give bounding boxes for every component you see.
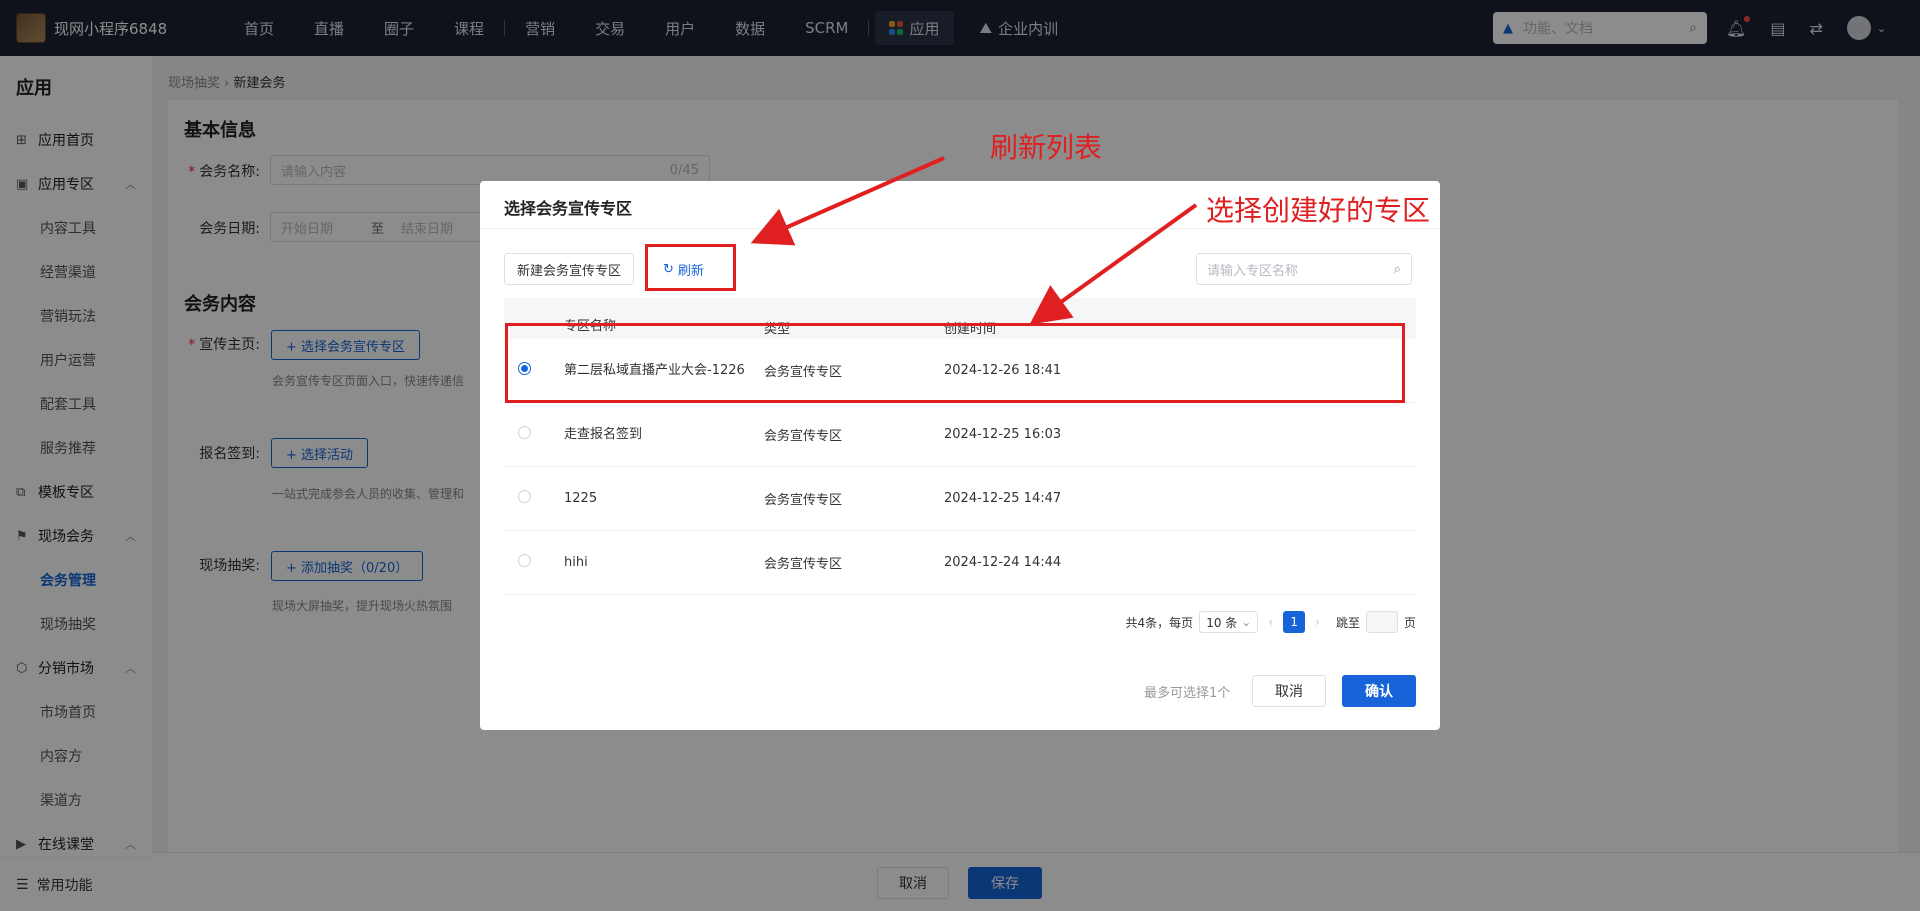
arrow-to-row (1029, 203, 1198, 325)
arrow-to-refresh (750, 156, 945, 246)
annotation-arrows (750, 156, 1198, 325)
